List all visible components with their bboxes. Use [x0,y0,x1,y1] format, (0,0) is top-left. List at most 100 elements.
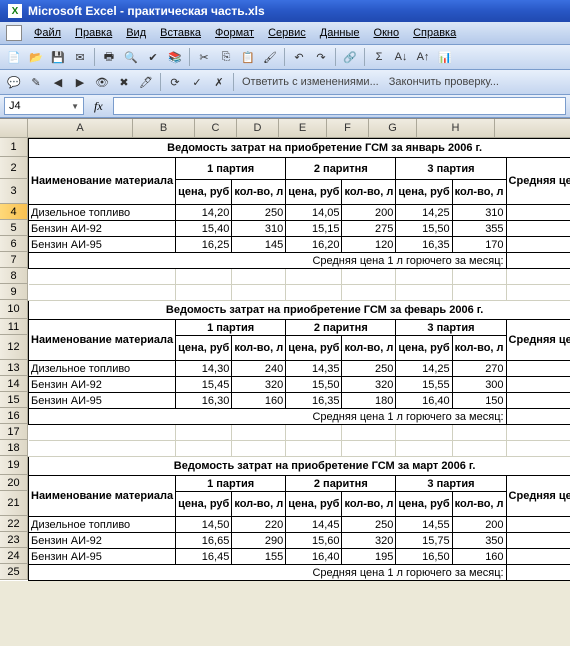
cell[interactable]: 250 [342,517,396,533]
row-header-17[interactable]: 17 [0,424,28,440]
cell[interactable]: 320 [342,533,396,549]
row-header-9[interactable]: 9 [0,284,28,300]
cell[interactable]: Бензин АИ-92 [29,221,176,237]
row-header-14[interactable]: 14 [0,376,28,392]
cell[interactable]: цена, руб [286,492,342,517]
cell[interactable] [286,269,342,285]
cell[interactable]: цена, руб [176,492,232,517]
cell[interactable]: 14,30 [176,361,232,377]
row-header-23[interactable]: 23 [0,532,28,548]
cell[interactable] [506,441,570,457]
cell[interactable]: цена, руб [396,336,452,361]
sort-asc-icon[interactable]: A↓ [391,47,411,67]
copy-icon[interactable]: ⎘ [216,47,236,67]
cell[interactable]: 160 [232,393,286,409]
cell[interactable] [452,269,506,285]
row-header-5[interactable]: 5 [0,220,28,236]
cell[interactable]: 16,20 [286,237,342,253]
menu-service[interactable]: Сервис [262,25,312,41]
menu-file[interactable]: Файл [28,25,67,41]
cell[interactable]: Дизельное топливо [29,205,176,221]
cell[interactable]: Средняя цена за 1 л [506,476,570,517]
cell[interactable] [176,441,232,457]
cell[interactable]: 15,50 [286,377,342,393]
col-header-E[interactable]: E [279,119,327,137]
cell[interactable] [29,269,176,285]
cell[interactable] [29,285,176,301]
comment-icon[interactable]: 💬 [4,72,24,92]
row-header-7[interactable]: 7 [0,252,28,268]
show-comment-icon[interactable]: 👁 [92,72,112,92]
cell[interactable]: кол-во, л [232,336,286,361]
track-changes-icon[interactable]: ⟳ [165,72,185,92]
cell[interactable]: 15,45 [176,377,232,393]
cell[interactable]: кол-во, л [452,492,506,517]
row-header-24[interactable]: 24 [0,548,28,564]
cell[interactable] [232,269,286,285]
cell[interactable]: 145 [232,237,286,253]
row-header-12[interactable]: 12 [0,335,28,360]
cell[interactable]: 15,55 [396,377,452,393]
cell[interactable]: Средняя цена 1 л горючего за месяц: [29,565,507,581]
cell[interactable]: 320 [342,377,396,393]
cell[interactable] [342,269,396,285]
cell[interactable]: 195 [342,549,396,565]
prev-comment-icon[interactable]: ◀ [48,72,68,92]
cell[interactable]: цена, руб [396,180,452,205]
cell[interactable]: 16,28 [506,237,570,253]
cell[interactable]: 16,50 [396,549,452,565]
cell[interactable]: 1 партия [176,320,286,336]
cell[interactable]: 14,55 [396,517,452,533]
cell[interactable]: 16,35 [396,237,452,253]
fx-icon[interactable]: fx [88,99,109,114]
cell[interactable]: 320 [232,377,286,393]
cell[interactable]: 14,05 [286,205,342,221]
cell[interactable] [232,425,286,441]
row-header-2[interactable]: 2 [0,157,28,179]
cell[interactable]: 300 [452,377,506,393]
cell[interactable] [506,269,570,285]
cell[interactable]: 2 паритня [286,320,396,336]
cell[interactable]: 15,15 [286,221,342,237]
row-header-10[interactable]: 10 [0,300,28,319]
cell[interactable]: 310 [452,205,506,221]
research-icon[interactable]: 📚 [165,47,185,67]
link-icon[interactable]: 🔗 [340,47,360,67]
cell[interactable] [286,425,342,441]
cell[interactable]: 180 [342,393,396,409]
col-header-G[interactable]: G [369,119,417,137]
cell[interactable] [232,285,286,301]
cell[interactable] [176,269,232,285]
cell[interactable]: 275 [342,221,396,237]
cell[interactable] [396,441,452,457]
cell[interactable]: кол-во, л [232,180,286,205]
cell[interactable]: 16,44 [506,549,570,565]
cell[interactable]: Ведомость затрат на приобретение ГСМ за … [29,457,570,476]
formula-input[interactable] [113,97,566,115]
save-icon[interactable]: 💾 [48,47,68,67]
cell[interactable]: Ведомость затрат на приобретение ГСМ за … [29,301,570,320]
cell[interactable]: 15,60 [286,533,342,549]
cell[interactable]: 15,36 [506,221,570,237]
cell[interactable]: 16,45 [176,549,232,565]
cell[interactable]: 14,30 [506,361,570,377]
cell[interactable]: 16,35 [286,393,342,409]
row-header-25[interactable]: 25 [0,564,28,580]
cell[interactable]: Ведомость затрат на приобретение ГСМ за … [29,139,570,158]
edit-comment-icon[interactable]: ✎ [26,72,46,92]
cell[interactable]: 14,35 [286,361,342,377]
cell[interactable]: 15,50 [506,377,570,393]
row-header-8[interactable]: 8 [0,268,28,284]
cell[interactable]: 160 [452,549,506,565]
cell[interactable] [452,441,506,457]
col-header-B[interactable]: B [133,119,195,137]
cell[interactable]: 120 [342,237,396,253]
cell[interactable]: 16,40 [396,393,452,409]
cell[interactable]: 220 [232,517,286,533]
cell[interactable] [452,285,506,301]
cell[interactable]: кол-во, л [452,180,506,205]
menu-format[interactable]: Формат [209,25,260,41]
cell[interactable]: Бензин АИ-92 [29,377,176,393]
menu-insert[interactable]: Вставка [154,25,207,41]
cell[interactable]: 310 [232,221,286,237]
